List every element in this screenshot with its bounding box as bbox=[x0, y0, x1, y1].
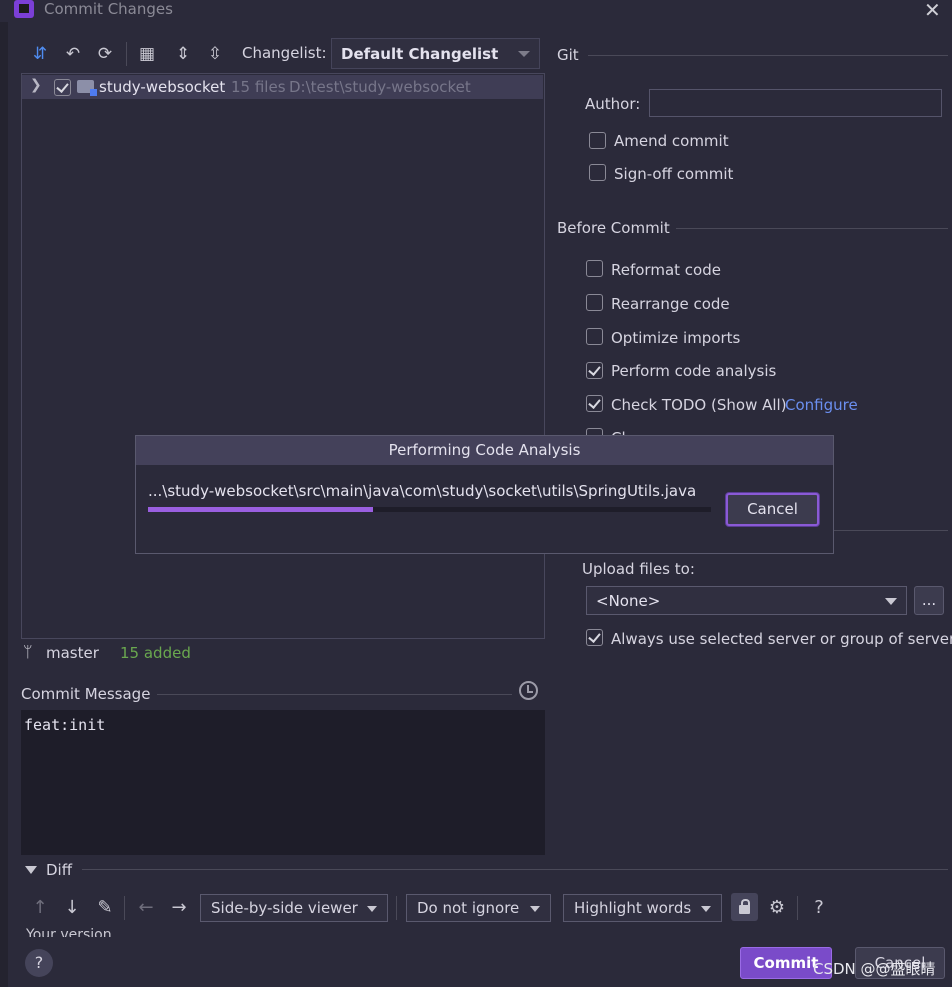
changelist-dropdown[interactable]: Default Changelist bbox=[331, 38, 540, 69]
code-analysis-title: Performing Code Analysis bbox=[136, 436, 833, 465]
reformat-code-label: Reformat code bbox=[611, 261, 721, 279]
highlight-value: Highlight words bbox=[574, 899, 692, 917]
project-name: study-websocket bbox=[99, 78, 226, 96]
browse-servers-button[interactable]: ... bbox=[914, 586, 944, 615]
always-use-server-checkbox[interactable] bbox=[586, 629, 603, 646]
group-by-icon[interactable]: ▦ bbox=[136, 43, 158, 65]
upload-server-value: <None> bbox=[596, 592, 661, 610]
lock-icon[interactable] bbox=[731, 893, 758, 921]
optimize-imports-checkbox[interactable] bbox=[586, 328, 603, 345]
amend-commit-label: Amend commit bbox=[614, 132, 729, 150]
changelist-label: Changelist: bbox=[242, 44, 327, 62]
chevron-down-icon bbox=[367, 906, 377, 912]
files-count: 15 files bbox=[231, 78, 286, 96]
chevron-down-icon bbox=[701, 906, 711, 912]
folder-icon bbox=[77, 80, 97, 96]
previous-difference-icon[interactable]: ↑ bbox=[29, 897, 51, 918]
diff-toolbar-divider bbox=[396, 896, 397, 920]
back-arrow-icon[interactable]: ← bbox=[135, 897, 157, 918]
optimize-imports-label: Optimize imports bbox=[611, 329, 741, 347]
commit-message-label: Commit Message bbox=[21, 685, 151, 703]
upload-files-label: Upload files to: bbox=[582, 560, 695, 578]
changelist-value: Default Changelist bbox=[341, 45, 499, 63]
author-input[interactable] bbox=[649, 89, 942, 117]
history-icon[interactable] bbox=[519, 681, 538, 700]
help-button[interactable]: ? bbox=[25, 949, 53, 977]
commit-message-input[interactable] bbox=[21, 710, 545, 855]
added-count: 15 added bbox=[120, 644, 191, 662]
ignore-dropdown[interactable]: Do not ignore bbox=[406, 894, 551, 922]
diff-toolbar-divider bbox=[124, 896, 125, 920]
toolbar-divider bbox=[126, 42, 127, 66]
signoff-commit-checkbox[interactable] bbox=[589, 164, 606, 181]
edit-source-icon[interactable]: ✎ bbox=[94, 897, 116, 918]
viewer-value: Side-by-side viewer bbox=[211, 899, 358, 917]
git-section-label: Git bbox=[557, 46, 579, 64]
before-commit-label: Before Commit bbox=[557, 219, 670, 237]
diff-toolbar-divider bbox=[797, 896, 798, 920]
branch-name: master bbox=[46, 644, 99, 662]
next-difference-icon[interactable]: ↓ bbox=[61, 897, 83, 918]
check-todo-label: Check TODO (Show All) bbox=[611, 396, 787, 414]
diff-divider bbox=[82, 869, 948, 870]
expand-all-icon[interactable]: ⇕ bbox=[172, 43, 194, 65]
intellij-logo-icon bbox=[14, 0, 34, 18]
reformat-code-checkbox[interactable] bbox=[586, 260, 603, 277]
perform-code-analysis-checkbox[interactable] bbox=[586, 362, 603, 379]
commit-message-divider bbox=[157, 694, 512, 695]
analysis-current-file: ...\study-websocket\src\main\java\com\st… bbox=[148, 482, 697, 500]
always-use-server-label: Always use selected server or group of s… bbox=[611, 630, 952, 648]
perform-code-analysis-label: Perform code analysis bbox=[611, 362, 777, 380]
signoff-commit-label: Sign-off commit bbox=[614, 165, 734, 183]
undo-icon[interactable]: ↶ bbox=[62, 43, 84, 65]
changes-tree[interactable] bbox=[21, 73, 545, 639]
upload-server-dropdown[interactable]: <None> bbox=[586, 586, 907, 615]
your-version-label: Your version bbox=[26, 927, 112, 937]
refresh-icon[interactable]: ⟳ bbox=[94, 43, 116, 65]
ignore-value: Do not ignore bbox=[417, 899, 520, 917]
forward-arrow-icon[interactable]: → bbox=[168, 897, 190, 918]
branch-icon: ᛘ bbox=[23, 642, 33, 661]
rollback-diff-icon[interactable]: ⇵ bbox=[29, 43, 51, 65]
collapse-all-icon[interactable]: ⇳ bbox=[204, 43, 226, 65]
background-strip bbox=[0, 22, 8, 987]
chevron-down-icon bbox=[530, 906, 540, 912]
chevron-down-icon bbox=[518, 51, 530, 57]
diff-help-icon[interactable]: ? bbox=[808, 897, 830, 918]
section-divider bbox=[820, 530, 948, 531]
author-label: Author: bbox=[585, 95, 641, 113]
rearrange-code-checkbox[interactable] bbox=[586, 294, 603, 311]
amend-commit-checkbox[interactable] bbox=[589, 132, 606, 149]
analysis-progress-fill bbox=[148, 507, 373, 512]
viewer-dropdown[interactable]: Side-by-side viewer bbox=[200, 894, 388, 922]
configure-link[interactable]: Configure bbox=[785, 396, 858, 414]
analysis-cancel-button[interactable]: Cancel bbox=[726, 493, 819, 526]
close-icon[interactable]: ✕ bbox=[924, 0, 941, 22]
highlight-dropdown[interactable]: Highlight words bbox=[563, 894, 722, 922]
project-path: D:\test\study-websocket bbox=[289, 78, 471, 96]
window-title: Commit Changes bbox=[44, 0, 173, 18]
check-todo-checkbox[interactable] bbox=[586, 395, 603, 412]
settings-gear-icon[interactable]: ⚙ bbox=[766, 897, 788, 918]
before-commit-divider bbox=[676, 228, 948, 229]
git-section-divider bbox=[588, 55, 948, 56]
diff-label: Diff bbox=[46, 861, 73, 879]
chevron-right-icon[interactable]: ❯ bbox=[30, 77, 42, 93]
project-checkbox[interactable] bbox=[54, 79, 71, 96]
chevron-down-icon bbox=[885, 598, 897, 605]
rearrange-code-label: Rearrange code bbox=[611, 295, 730, 313]
collapse-diff-icon[interactable] bbox=[25, 866, 37, 874]
watermark: CSDN @@盛眼睛 bbox=[813, 960, 936, 978]
